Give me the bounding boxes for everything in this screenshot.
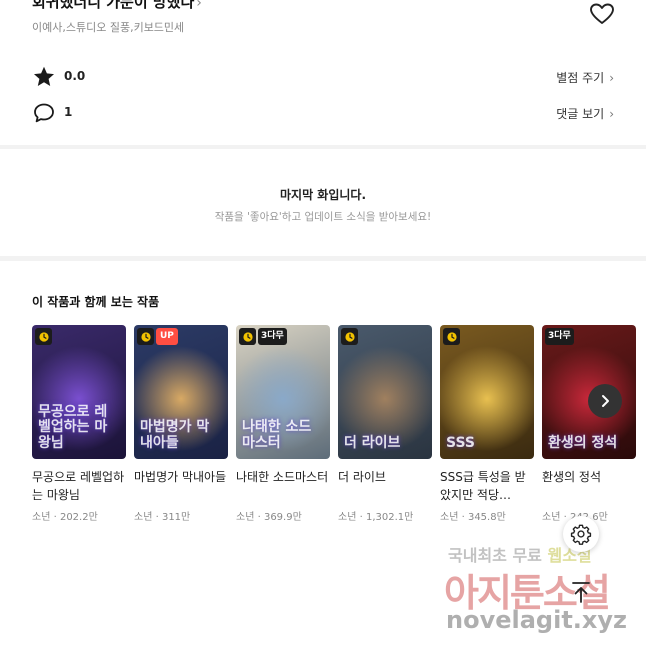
recommendation-card[interactable]: 무공으로 레벨업하는 마왕님 무공으로 레벨업하는 마왕님 소년 · 202.2만 bbox=[32, 325, 126, 523]
card-genre: 소년 bbox=[236, 512, 255, 523]
cover-logo-text: 더 라이브 bbox=[344, 434, 401, 451]
cover-badges: 3다무 bbox=[545, 328, 574, 345]
carousel-next-button[interactable] bbox=[588, 384, 622, 418]
card-genre: 소년 bbox=[338, 512, 357, 523]
scroll-top-button[interactable] bbox=[563, 574, 599, 610]
clock-icon bbox=[341, 328, 358, 345]
chevron-right-icon: › bbox=[609, 107, 614, 121]
recommendation-card[interactable]: 나태한 소드마스터 3다무나태한 소드마스터소년 · 369.9만 bbox=[236, 325, 330, 523]
cover-image: 마법명가 막내아들 UP bbox=[134, 325, 228, 459]
rate-button[interactable]: 별점 주기 › bbox=[556, 69, 614, 86]
card-title: 마법명가 막내아들 bbox=[134, 470, 227, 484]
cover-logo-text: 환생의 정석 bbox=[548, 434, 618, 451]
cover-badges bbox=[341, 328, 358, 345]
last-episode-section: 마지막 화입니다. 작품을 '좋아요'하고 업데이트 소식을 받아보세요! bbox=[0, 149, 646, 256]
gear-icon bbox=[570, 524, 592, 545]
recommendations-title: 이 작품과 함께 보는 작품 bbox=[32, 295, 160, 309]
card-title: 더 라이브 bbox=[338, 470, 386, 484]
recommendation-card[interactable]: 더 라이브 더 라이브 소년 · 1,302.1만 bbox=[338, 325, 432, 523]
view-comments-label: 댓글 보기 bbox=[556, 107, 605, 121]
meta-separator: · bbox=[152, 512, 162, 523]
card-title: 나태한 소드마스터 bbox=[236, 470, 329, 484]
card-views: 311만 bbox=[161, 512, 191, 523]
meta-separator: · bbox=[254, 512, 264, 523]
meta-separator: · bbox=[356, 512, 366, 523]
cover-logo-text: SSS bbox=[446, 434, 475, 451]
card-views: 202.2만 bbox=[59, 512, 98, 523]
cover-image: 나태한 소드마스터 3다무 bbox=[236, 325, 330, 459]
arrow-up-icon bbox=[572, 582, 590, 603]
card-meta: 소년 · 202.2만 bbox=[32, 508, 126, 523]
work-info-section: 회귀했더니 가문이 망했다 › 이예사,스튜디오 질풍,키보드민세 0.0 별점 … bbox=[0, 0, 646, 145]
cover-badges: UP bbox=[137, 328, 178, 345]
cover-image: 무공으로 레벨업하는 마왕님 bbox=[32, 325, 126, 459]
cover-badges bbox=[35, 328, 52, 345]
rate-button-label: 별점 주기 bbox=[556, 71, 605, 85]
last-episode-title: 마지막 화입니다. bbox=[279, 188, 367, 202]
cover-badges: 3다무 bbox=[239, 328, 287, 345]
card-title: SSS급 특성을 받았지만 적당… bbox=[440, 470, 526, 502]
cover-logo-text: 마법명가 막내아들 bbox=[140, 419, 210, 451]
clock-icon bbox=[443, 328, 460, 345]
chevron-right-icon: › bbox=[609, 71, 614, 85]
card-meta: 소년 · 345.8만 bbox=[440, 508, 534, 523]
meta-separator: · bbox=[50, 512, 60, 523]
cover-logo-text: 나태한 소드마스터 bbox=[242, 419, 312, 451]
card-views: 369.9만 bbox=[263, 512, 302, 523]
comment-icon bbox=[32, 101, 56, 125]
work-authors: 이예사,스튜디오 질풍,키보드민세 bbox=[32, 21, 185, 34]
card-genre: 소년 bbox=[542, 512, 561, 523]
last-episode-subtitle: 작품을 '좋아요'하고 업데이트 소식을 받아보세요! bbox=[214, 211, 432, 223]
chevron-right-icon: › bbox=[196, 0, 202, 11]
card-meta: 소년 · 1,302.1만 bbox=[338, 508, 432, 523]
card-meta: 소년 · 311만 bbox=[134, 508, 228, 523]
rating-row: 0.0 별점 주기 › bbox=[32, 65, 614, 89]
meta-separator: · bbox=[458, 512, 468, 523]
card-genre: 소년 bbox=[440, 512, 459, 523]
recommendation-card[interactable]: SSS SSS급 특성을 받았지만 적당… 소년 · 345.8만 bbox=[440, 325, 534, 523]
three-free-badge: 3다무 bbox=[258, 328, 287, 345]
cover-logo-text: 무공으로 레벨업하는 마왕님 bbox=[38, 403, 108, 451]
work-title-text: 회귀했더니 가문이 망했다 bbox=[32, 0, 195, 11]
card-meta: 소년 · 369.9만 bbox=[236, 508, 330, 523]
star-icon bbox=[32, 65, 56, 89]
recommendations-section: 이 작품과 함께 보는 작품 무공으로 레벨업하는 마왕님 무공으로 레벨업하는 … bbox=[0, 261, 646, 541]
card-genre: 소년 bbox=[32, 512, 51, 523]
recommendation-card[interactable]: 마법명가 막내아들 UP 마법명가 막내아들소년 · 311만 bbox=[134, 325, 228, 523]
view-comments-button[interactable]: 댓글 보기 › bbox=[556, 105, 614, 122]
chevron-right-icon bbox=[602, 395, 609, 407]
card-title: 무공으로 레벨업하는 마왕님 bbox=[32, 470, 125, 502]
comment-count: 1 bbox=[64, 105, 73, 119]
card-views: 345.8만 bbox=[467, 512, 506, 523]
comment-row: 1 댓글 보기 › bbox=[32, 101, 614, 125]
cover-image: 더 라이브 bbox=[338, 325, 432, 459]
clock-icon bbox=[137, 328, 154, 345]
recommendation-card[interactable]: 환생의 정석3다무환생의 정석소년 · 242.6만 bbox=[542, 325, 636, 523]
three-free-badge: 3다무 bbox=[545, 328, 574, 345]
card-views: 1,302.1만 bbox=[365, 512, 414, 523]
clock-icon bbox=[35, 328, 52, 345]
card-genre: 소년 bbox=[134, 512, 153, 523]
work-title[interactable]: 회귀했더니 가문이 망했다 › bbox=[32, 0, 202, 12]
page-footer-area bbox=[0, 541, 646, 657]
clock-icon bbox=[239, 328, 256, 345]
cover-badges bbox=[443, 328, 460, 345]
rating-value: 0.0 bbox=[64, 69, 86, 83]
up-badge: UP bbox=[156, 328, 178, 345]
card-title: 환생의 정석 bbox=[542, 470, 602, 484]
heart-icon[interactable] bbox=[589, 2, 615, 26]
settings-button[interactable] bbox=[563, 516, 599, 552]
cover-image: SSS bbox=[440, 325, 534, 459]
